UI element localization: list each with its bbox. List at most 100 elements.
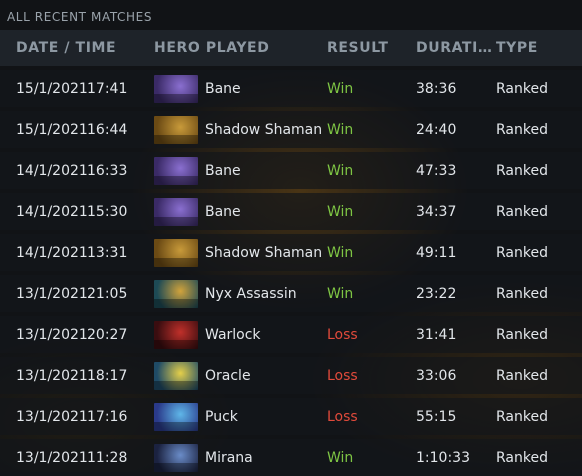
match-time: 15:30 [87,203,128,220]
match-date: 14/1/2021 [16,162,88,179]
match-time: 11:28 [87,449,128,466]
hero-name: Mirana [205,449,253,466]
match-date: 13/1/2021 [16,367,88,384]
match-date-time: 14/1/2021 16:33 [0,163,154,179]
match-date: 15/1/2021 [16,80,88,97]
hero-name: Shadow Shaman [205,244,323,261]
hero-name: Bane [205,80,241,97]
hero-name: Bane [205,203,241,220]
match-type: Ranked [496,162,548,179]
match-date: 13/1/2021 [16,408,88,425]
match-row[interactable]: 13/1/2021 20:27 Warlock Loss 31:41 Ranked [0,316,582,353]
match-date: 13/1/2021 [16,285,88,302]
match-row[interactable]: 14/1/2021 15:30 Bane Win 34:37 Ranked [0,193,582,230]
hero-portrait-icon[interactable] [154,320,198,349]
hero-portrait-icon[interactable] [154,156,198,185]
match-duration: 55:15 [416,408,457,425]
match-result: Win [327,162,354,179]
column-header-type[interactable]: TYPE [496,40,582,56]
match-date: 14/1/2021 [16,203,88,220]
match-hero: Shadow Shaman [154,115,327,144]
match-duration: 33:06 [416,367,457,384]
match-time: 13:31 [87,244,128,261]
match-row[interactable]: 15/1/2021 16:44 Shadow Shaman Win 24:40 Ranke… [0,111,582,148]
hero-portrait-icon[interactable] [154,443,198,472]
match-type: Ranked [496,203,548,220]
hero-name: Bane [205,162,241,179]
match-date: 15/1/2021 [16,121,88,138]
match-result: Loss [327,326,358,343]
match-date: 14/1/2021 [16,244,88,261]
match-result: Win [327,203,354,220]
match-result: Win [327,244,354,261]
match-hero: Warlock [154,320,327,349]
match-hero: Bane [154,156,327,185]
match-time: 20:27 [87,326,128,343]
match-date-time: 15/1/2021 16:44 [0,122,154,138]
column-header-result[interactable]: RESULT [327,40,416,56]
panel-title: ALL RECENT MATCHES [7,10,153,24]
match-hero: Bane [154,74,327,103]
hero-portrait-icon[interactable] [154,197,198,226]
hero-portrait-icon[interactable] [154,115,198,144]
match-row[interactable]: 15/1/2021 17:41 Bane Win 38:36 Ranked [0,70,582,107]
match-hero: Puck [154,402,327,431]
match-type: Ranked [496,449,548,466]
hero-name: Shadow Shaman [205,121,323,138]
match-row[interactable]: 14/1/2021 13:31 Shadow Shaman Win 49:11 Ranke… [0,234,582,271]
match-date-time: 13/1/2021 11:28 [0,450,154,466]
hero-name: Oracle [205,367,251,384]
match-duration: 24:40 [416,121,457,138]
match-type: Ranked [496,80,548,97]
column-header-hero[interactable]: HERO PLAYED [154,40,327,56]
table-header: DATE / TIME HERO PLAYED RESULT DURATI… T… [0,30,582,66]
match-list: 15/1/2021 17:41 Bane Win 38:36 Ranked 15/1/202… [0,70,582,476]
hero-portrait-icon[interactable] [154,402,198,431]
match-row[interactable]: 13/1/2021 18:17 Oracle Loss 33:06 Ranked [0,357,582,394]
match-time: 18:17 [87,367,128,384]
match-row[interactable]: 13/1/2021 11:28 Mirana Win 1:10:33 Ranked [0,439,582,476]
match-type: Ranked [496,121,548,138]
match-hero: Shadow Shaman [154,238,327,267]
match-row[interactable]: 13/1/2021 21:05 Nyx Assassin Win 23:22 Ranked [0,275,582,312]
hero-portrait-icon[interactable] [154,238,198,267]
match-type: Ranked [496,285,548,302]
match-date: 13/1/2021 [16,449,88,466]
match-date-time: 14/1/2021 13:31 [0,245,154,261]
hero-portrait-icon[interactable] [154,279,198,308]
match-date-time: 15/1/2021 17:41 [0,81,154,97]
match-result: Win [327,121,354,138]
match-time: 16:44 [87,121,128,138]
match-time: 21:05 [87,285,128,302]
match-duration: 23:22 [416,285,457,302]
match-hero: Oracle [154,361,327,390]
match-hero: Mirana [154,443,327,472]
match-result: Loss [327,408,358,425]
hero-name: Warlock [205,326,261,343]
match-result: Win [327,80,354,97]
match-time: 16:33 [87,162,128,179]
match-result: Win [327,449,354,466]
match-hero: Nyx Assassin [154,279,327,308]
hero-portrait-icon[interactable] [154,361,198,390]
match-type: Ranked [496,408,548,425]
match-type: Ranked [496,244,548,261]
match-date-time: 14/1/2021 15:30 [0,204,154,220]
hero-name: Puck [205,408,238,425]
match-date-time: 13/1/2021 20:27 [0,327,154,343]
match-duration: 47:33 [416,162,457,179]
match-date-time: 13/1/2021 21:05 [0,286,154,302]
match-row[interactable]: 13/1/2021 17:16 Puck Loss 55:15 Ranked [0,398,582,435]
match-time: 17:16 [87,408,128,425]
match-duration: 38:36 [416,80,457,97]
match-duration: 34:37 [416,203,457,220]
column-header-date-time[interactable]: DATE / TIME [0,40,154,56]
match-history-table: DATE / TIME HERO PLAYED RESULT DURATI… T… [0,30,582,476]
hero-portrait-icon[interactable] [154,74,198,103]
match-row[interactable]: 14/1/2021 16:33 Bane Win 47:33 Ranked [0,152,582,189]
match-time: 17:41 [87,80,128,97]
column-header-duration[interactable]: DURATI… [416,40,496,56]
match-date: 13/1/2021 [16,326,88,343]
match-result: Win [327,285,354,302]
match-date-time: 13/1/2021 17:16 [0,409,154,425]
